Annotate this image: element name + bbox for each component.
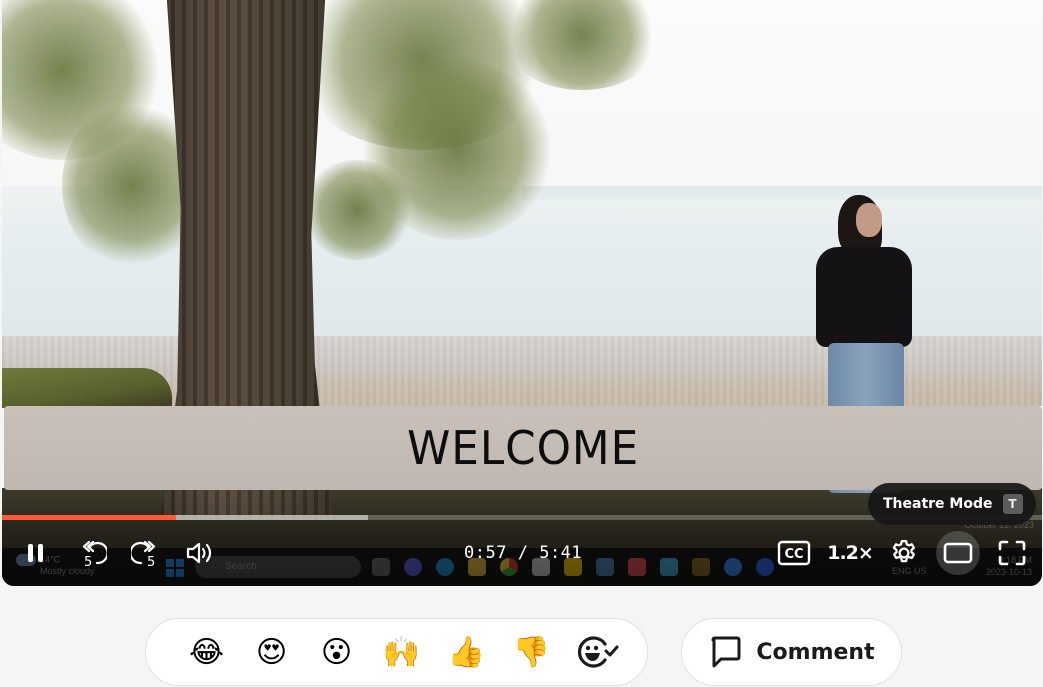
volume-button[interactable] <box>184 537 216 569</box>
add-reaction-button[interactable] <box>564 630 629 674</box>
settings-button[interactable] <box>888 537 920 569</box>
playback-speed-button[interactable]: 1.2× <box>827 537 874 569</box>
reaction-thumbs-up[interactable]: 👍 <box>434 630 499 674</box>
comment-button[interactable]: Comment <box>681 618 902 686</box>
rewind-5-button[interactable]: 5 <box>74 537 108 569</box>
fullscreen-icon <box>998 540 1026 566</box>
fullscreen-button[interactable] <box>996 537 1028 569</box>
svg-text:5: 5 <box>147 555 155 569</box>
tooltip-label: Theatre Mode <box>883 496 993 512</box>
video-title-card: WELCOME <box>4 406 1042 490</box>
theatre-mode-tooltip: Theatre Mode T <box>868 483 1036 525</box>
reaction-thumbs-down[interactable]: 👎 <box>499 630 564 674</box>
captions-button[interactable]: CC <box>776 537 812 569</box>
time-display: 0:57 / 5:41 <box>464 543 582 563</box>
add-reaction-icon <box>577 636 618 668</box>
svg-text:CC: CC <box>784 547 803 562</box>
seek-played <box>2 515 176 520</box>
rewind-5-icon: 5 <box>82 540 107 569</box>
volume-icon <box>186 542 212 564</box>
video-person-top <box>816 247 912 347</box>
gear-icon <box>892 540 915 563</box>
captions-icon: CC <box>777 540 811 566</box>
reaction-tears-of-joy[interactable]: 😂 <box>174 630 239 674</box>
video-title-text: WELCOME <box>406 421 640 475</box>
time-separator: / <box>517 543 529 563</box>
reactions-bar: 😂 😍 😮 🙌 👍 👎 <box>145 618 648 686</box>
reaction-surprised[interactable]: 😮 <box>304 630 369 674</box>
comment-label: Comment <box>756 639 875 665</box>
playback-speed-label: 1.2× <box>827 542 874 564</box>
video-foliage <box>302 160 412 260</box>
comment-icon <box>711 636 741 668</box>
tooltip-shortcut-key: T <box>1002 494 1023 514</box>
svg-text:5: 5 <box>84 555 92 569</box>
theatre-mode-button[interactable] <box>936 531 980 575</box>
forward-5-icon: 5 <box>131 540 155 569</box>
duration: 5:41 <box>539 543 583 563</box>
pause-button[interactable] <box>22 537 50 569</box>
pause-icon <box>28 544 43 562</box>
reaction-heart-eyes[interactable]: 😍 <box>239 630 304 674</box>
theatre-mode-icon <box>943 542 973 564</box>
forward-5-button[interactable]: 5 <box>130 537 164 569</box>
video-person-face <box>856 203 882 237</box>
video-grass <box>2 368 172 408</box>
video-horizon <box>522 186 1042 200</box>
current-time: 0:57 <box>464 543 507 563</box>
reaction-raised-hands[interactable]: 🙌 <box>369 630 434 674</box>
